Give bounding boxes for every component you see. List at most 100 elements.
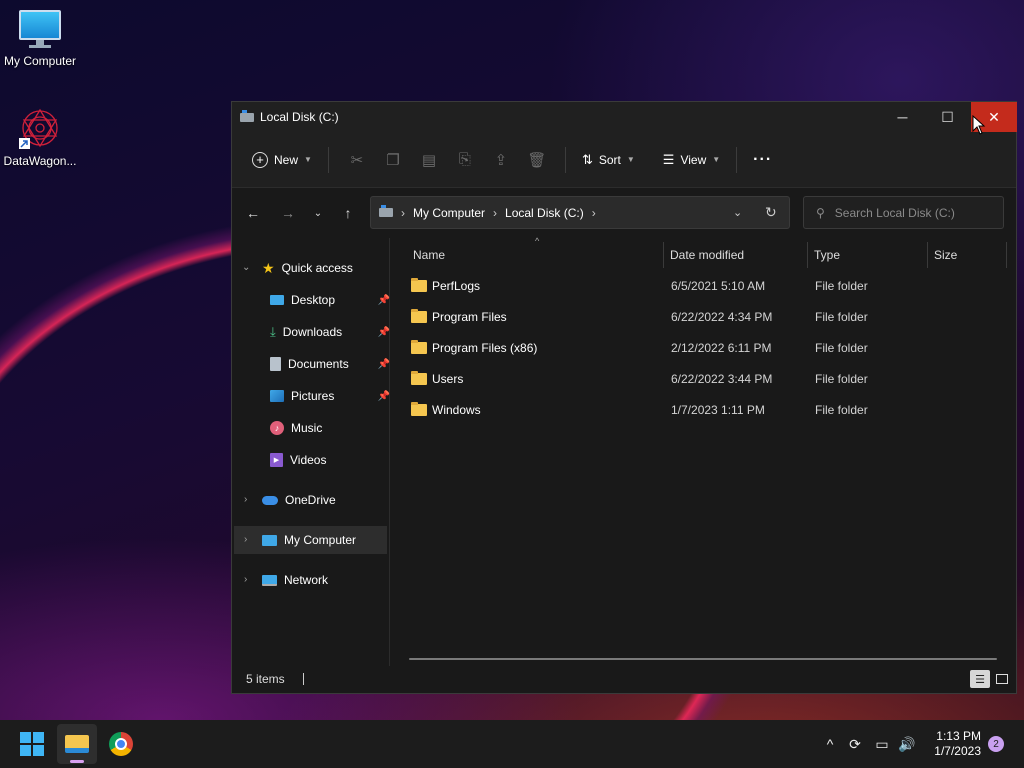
sidebar-item-desktop[interactable]: Desktop 📌 — [270, 286, 390, 314]
table-row[interactable]: Program Files 6/22/2022 4:34 PM File fol… — [409, 302, 999, 332]
maximize-button[interactable]: ☐ — [925, 102, 970, 132]
file-name: PerfLogs — [432, 279, 481, 293]
sidebar-item-label: Desktop — [291, 293, 336, 307]
recent-locations-button[interactable]: ⌄ — [305, 200, 331, 226]
sort-button-label: Sort — [598, 152, 621, 167]
rename-button[interactable]: ⎘ — [447, 144, 483, 176]
copy-button[interactable]: ❐ — [375, 144, 411, 176]
taskbar-file-explorer[interactable] — [57, 724, 97, 764]
share-button[interactable]: ⇪ — [483, 144, 519, 176]
up-button[interactable]: ↑ — [335, 200, 361, 226]
file-name: Program Files — [432, 310, 507, 324]
chevron-down-icon[interactable]: ⌄ — [242, 262, 250, 273]
breadcrumb-separator-icon: › — [493, 205, 498, 220]
forward-button[interactable]: → — [275, 200, 301, 226]
table-row[interactable]: Program Files (x86) 2/12/2022 6:11 PM Fi… — [409, 333, 999, 363]
status-bar: 5 items ☰ — [232, 665, 1016, 693]
table-row[interactable]: Windows 1/7/2023 1:11 PM File folder — [409, 395, 999, 425]
sidebar-item-label: My Computer — [284, 533, 357, 547]
table-row[interactable]: Users 6/22/2022 3:44 PM File folder — [409, 364, 999, 394]
download-arrow-icon: ⤓ — [270, 324, 276, 339]
column-header-date[interactable]: Date modified — [670, 242, 806, 268]
sidebar-item-documents[interactable]: Documents 📌 — [270, 350, 390, 378]
horizontal-scrollbar[interactable] — [409, 658, 997, 660]
file-type: File folder — [815, 372, 868, 386]
desktop-icon-datawagon[interactable]: DataWagon... — [0, 106, 80, 168]
delete-button[interactable]: 🗑 — [519, 144, 555, 176]
column-header-type[interactable]: Type — [814, 242, 924, 268]
details-view-button[interactable]: ☰ — [970, 670, 990, 688]
chevron-up-icon: ^ — [826, 736, 834, 752]
column-divider[interactable] — [1006, 242, 1007, 268]
column-divider[interactable] — [927, 242, 928, 268]
folder-icon — [411, 278, 427, 292]
view-list-icon: ☰ — [662, 151, 675, 167]
chevron-right-icon[interactable]: › — [244, 534, 247, 545]
active-app-indicator — [70, 760, 84, 763]
column-divider[interactable] — [663, 242, 664, 268]
sidebar-item-music[interactable]: ♪ Music — [270, 414, 322, 442]
search-icon: ⚲ — [816, 205, 825, 220]
column-divider[interactable] — [807, 242, 808, 268]
sidebar-item-pictures[interactable]: Pictures 📌 — [270, 382, 390, 410]
back-button[interactable]: ← — [240, 200, 266, 226]
file-explorer-icon — [65, 735, 89, 753]
cut-button[interactable]: ✂ — [339, 144, 375, 176]
explorer-body: ⌄ ★ Quick access Desktop 📌 ⤓ Downloads 📌… — [232, 236, 1016, 666]
chevron-right-icon[interactable]: › — [244, 574, 247, 585]
desktop-icon-label: DataWagon... — [3, 154, 77, 168]
copy-icon: ❐ — [386, 151, 400, 169]
view-button[interactable]: ☰ View ▼ — [657, 144, 726, 176]
network-tray-button[interactable]: ▭ — [871, 720, 893, 768]
file-name: Program Files (x86) — [432, 341, 538, 355]
refresh-icon[interactable]: ↻ — [765, 204, 777, 221]
more-options-button[interactable]: ··· — [747, 144, 778, 176]
start-button[interactable] — [12, 724, 52, 764]
sidebar-item-quick-access[interactable]: ★ Quick access — [262, 254, 353, 282]
address-history-chevron-icon[interactable]: ⌄ — [733, 206, 742, 219]
minimize-button[interactable]: ─ — [880, 102, 925, 132]
chevron-right-icon[interactable]: › — [244, 494, 247, 505]
sync-status-button[interactable]: ⟳ — [844, 720, 866, 768]
arrow-left-icon: ← — [246, 205, 260, 221]
show-hidden-icons-button[interactable]: ^ — [820, 720, 840, 768]
table-row[interactable]: PerfLogs 6/5/2021 5:10 AM File folder — [409, 271, 999, 301]
breadcrumb-my-computer[interactable]: My Computer — [413, 206, 485, 220]
sidebar-item-label: Videos — [290, 453, 327, 467]
column-header-size[interactable]: Size — [934, 242, 1004, 268]
breadcrumb-local-disk[interactable]: Local Disk (C:) — [505, 206, 584, 220]
address-bar[interactable]: › My Computer › Local Disk (C:) › ⌄ ↻ — [370, 196, 790, 229]
file-name: Users — [432, 372, 464, 386]
desktop-icon-my-computer[interactable]: My Computer — [0, 10, 80, 68]
music-note-icon: ♪ — [270, 421, 284, 435]
taskbar-clock[interactable]: 1:13 PM 1/7/2023 — [925, 729, 981, 759]
new-button[interactable]: + New ▼ — [246, 144, 318, 176]
sidebar-item-network[interactable]: Network — [262, 566, 328, 594]
paste-button[interactable]: ▤ — [411, 144, 447, 176]
close-icon: ✕ — [988, 108, 1000, 125]
volume-button[interactable]: 🔊 — [896, 720, 918, 768]
taskbar-chrome[interactable] — [101, 724, 141, 764]
file-list: ^ Name Date modified Type Size PerfLogs … — [391, 236, 1016, 666]
sidebar-item-videos[interactable]: ▶ Videos — [270, 446, 326, 474]
notification-badge[interactable]: 2 — [988, 736, 1004, 752]
window-title: Local Disk (C:) — [240, 109, 339, 124]
sidebar-item-my-computer[interactable]: › My Computer — [234, 526, 387, 554]
sidebar-item-onedrive[interactable]: OneDrive — [262, 486, 336, 514]
file-date: 6/22/2022 3:44 PM — [671, 372, 773, 386]
sync-alert-icon: ⟳ — [849, 735, 861, 752]
clock-time: 1:13 PM — [936, 729, 981, 743]
details-view-icon: ☰ — [975, 673, 985, 686]
large-icons-view-button[interactable] — [992, 670, 1012, 688]
sort-button[interactable]: ⇅ Sort ▼ — [576, 144, 641, 176]
sidebar-item-label: Downloads — [282, 325, 343, 339]
sidebar-item-downloads[interactable]: ⤓ Downloads 📌 — [270, 318, 390, 346]
breadcrumb-separator-icon[interactable]: › — [592, 206, 596, 220]
clock-date: 1/7/2023 — [934, 744, 981, 758]
pin-icon: 📌 — [377, 358, 390, 370]
search-box[interactable]: ⚲ Search Local Disk (C:) — [803, 196, 1004, 229]
arrow-right-icon: → — [281, 205, 295, 221]
title-bar[interactable]: Local Disk (C:) ─ ☐ ✕ — [232, 102, 1017, 132]
monitor-icon — [19, 10, 61, 50]
column-header-name[interactable]: Name — [413, 242, 663, 268]
